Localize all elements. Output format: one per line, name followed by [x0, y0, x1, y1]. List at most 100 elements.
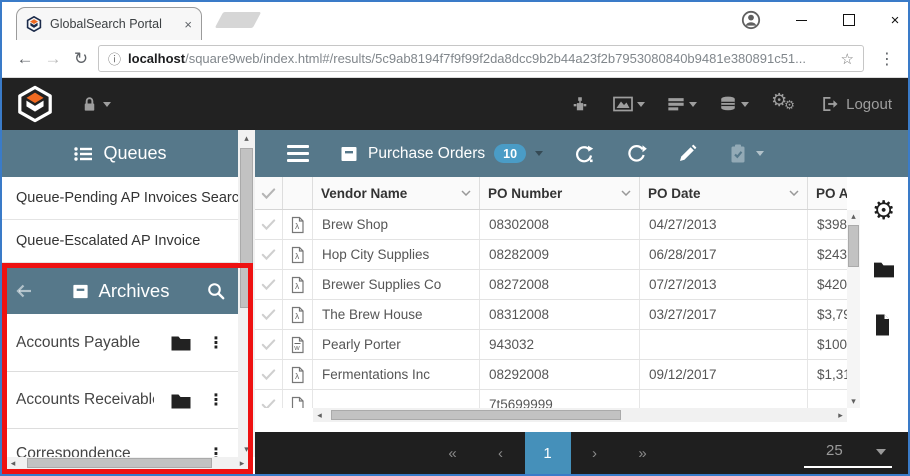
back-icon[interactable]: ←	[12, 47, 38, 71]
admin-settings-button[interactable]: ⚙ ⚙	[771, 92, 797, 116]
column-header-po-date[interactable]: PO Date	[640, 177, 808, 209]
filetype-column-header[interactable]	[283, 177, 313, 209]
security-lock-menu[interactable]	[80, 95, 111, 114]
close-window-button[interactable]: ×	[878, 2, 910, 38]
archive-item-accounts-payable[interactable]: Accounts Payable ⋮	[2, 314, 238, 372]
close-tab-icon[interactable]: ×	[184, 18, 192, 31]
kebab-menu-icon[interactable]: ⋮	[208, 444, 224, 457]
back-arrow-icon[interactable]	[14, 281, 34, 301]
chevron-down-icon[interactable]	[461, 190, 471, 196]
queues-header[interactable]: Queues	[2, 130, 238, 177]
scrollbar-thumb[interactable]	[27, 458, 212, 468]
page-size-select[interactable]: 25	[804, 432, 892, 474]
gear-icon[interactable]: ⚙	[872, 197, 895, 223]
scroll-left-icon[interactable]: ◂	[313, 408, 326, 422]
row-check[interactable]	[255, 240, 283, 269]
table-row[interactable]: λ Brewer Supplies Co 08272008 07/27/2013…	[255, 270, 847, 300]
row-check[interactable]	[255, 360, 283, 389]
scroll-left-icon[interactable]: ◂	[7, 457, 19, 469]
menu-hamburger-icon[interactable]	[287, 141, 309, 166]
scroll-right-icon[interactable]: ▸	[834, 408, 847, 422]
scroll-up-icon[interactable]: ▴	[847, 210, 860, 223]
redo-search-icon[interactable]	[573, 143, 595, 165]
cell-po-number: 7t5699999	[480, 390, 640, 408]
previous-page-button[interactable]: ‹	[477, 432, 525, 474]
row-check[interactable]	[255, 270, 283, 299]
new-tab-button[interactable]	[215, 12, 262, 28]
info-icon[interactable]: ⓘ	[108, 49, 121, 68]
pdf-file-icon[interactable]: λ	[283, 360, 313, 389]
minimize-button[interactable]	[784, 2, 818, 38]
table-row[interactable]: λ The Brew House 08312008 03/27/2017 $3,…	[255, 300, 847, 330]
databases-menu[interactable]	[719, 95, 749, 113]
square9-logo[interactable]	[16, 85, 54, 123]
first-page-button[interactable]: «	[429, 432, 477, 474]
maximize-button[interactable]	[832, 2, 866, 38]
table-row[interactable]: 7t5699999	[255, 390, 847, 408]
queue-item-escalated-ap[interactable]: Queue-Escalated AP Invoice	[2, 220, 238, 263]
browser-menu-icon[interactable]: ⋮	[874, 47, 900, 71]
profile-icon[interactable]	[734, 2, 768, 38]
chevron-down-icon[interactable]	[789, 190, 799, 196]
table-row[interactable]: λ Brew Shop 08302008 04/27/2013 $398.	[255, 210, 847, 240]
maximize-icon	[843, 14, 855, 26]
cell-po-date: 06/28/2017	[640, 240, 808, 269]
row-check[interactable]	[255, 300, 283, 329]
row-check[interactable]	[255, 210, 283, 239]
scrollbar-thumb[interactable]	[331, 410, 621, 420]
archive-item-correspondence[interactable]: Correspondence ⋮	[2, 429, 238, 457]
logout-button[interactable]: Logout	[821, 95, 892, 113]
table-row[interactable]: λ Fermentations Inc 08292008 09/12/2017 …	[255, 360, 847, 390]
kebab-menu-icon[interactable]: ⋮	[208, 333, 224, 353]
queue-item-pending-ap[interactable]: Queue-Pending AP Invoices Search	[2, 177, 238, 220]
search-icon[interactable]	[206, 281, 226, 301]
bookmark-star-icon[interactable]: ☆	[841, 50, 854, 68]
archive-selector[interactable]: Purchase Orders 10	[339, 144, 543, 164]
svg-text:w: w	[293, 343, 300, 352]
browser-tab[interactable]: GlobalSearch Portal ×	[16, 7, 202, 40]
sidebar-vertical-scrollbar[interactable]: ▴ ▾	[238, 130, 255, 457]
pdf-file-icon[interactable]: λ	[283, 300, 313, 329]
scroll-down-icon[interactable]: ▾	[238, 441, 255, 457]
file-icon[interactable]	[872, 313, 892, 337]
chevron-down-icon[interactable]	[621, 190, 631, 196]
pdf-file-icon[interactable]: λ	[283, 240, 313, 269]
file-icon[interactable]	[283, 390, 313, 408]
scroll-right-icon[interactable]: ▸	[236, 457, 248, 469]
lists-menu[interactable]	[667, 95, 697, 113]
row-check[interactable]	[255, 390, 283, 408]
edit-pencil-icon[interactable]	[677, 143, 698, 164]
reload-icon[interactable]: ↻	[68, 47, 94, 71]
tasks-menu[interactable]	[728, 143, 764, 165]
table-horizontal-scrollbar[interactable]: ◂ ▸	[313, 408, 847, 422]
forward-icon[interactable]: →	[40, 47, 66, 71]
select-all-column-header[interactable]	[255, 177, 283, 209]
address-bar[interactable]: ⓘ localhost/square9web/index.html#/resul…	[98, 45, 864, 72]
table-row[interactable]: λ Hop City Supplies 08282009 06/28/2017 …	[255, 240, 847, 270]
scrollbar-thumb[interactable]	[848, 225, 859, 267]
kebab-menu-icon[interactable]: ⋮	[208, 390, 224, 410]
current-page-button[interactable]: 1	[525, 432, 571, 474]
column-header-vendor-name[interactable]: Vendor Name	[313, 177, 480, 209]
folder-icon[interactable]	[170, 333, 192, 352]
pdf-file-icon[interactable]: λ	[283, 210, 313, 239]
archive-item-accounts-receivable[interactable]: Accounts Receivable ⋮	[2, 372, 238, 429]
column-header-po-amount[interactable]: PO Amount	[808, 177, 847, 209]
sidebar-horizontal-scrollbar[interactable]: ◂ ▸	[7, 457, 248, 469]
refresh-icon[interactable]	[625, 143, 647, 165]
pdf-file-icon[interactable]: λ	[283, 270, 313, 299]
row-check[interactable]	[255, 330, 283, 359]
folder-icon[interactable]	[170, 391, 192, 410]
scroll-down-icon[interactable]: ▾	[847, 395, 860, 408]
workflow-button[interactable]	[571, 95, 589, 113]
column-header-po-number[interactable]: PO Number	[480, 177, 640, 209]
scrollbar-thumb[interactable]	[240, 148, 253, 308]
table-row[interactable]: w Pearly Porter 943032 $100.	[255, 330, 847, 360]
dashboards-menu[interactable]	[613, 95, 645, 113]
folder-icon[interactable]	[872, 259, 896, 279]
table-vertical-scrollbar[interactable]: ▴ ▾	[847, 210, 860, 408]
next-page-button[interactable]: ›	[571, 432, 619, 474]
scroll-up-icon[interactable]: ▴	[238, 130, 255, 146]
word-file-icon[interactable]: w	[283, 330, 313, 359]
last-page-button[interactable]: »	[619, 432, 667, 474]
